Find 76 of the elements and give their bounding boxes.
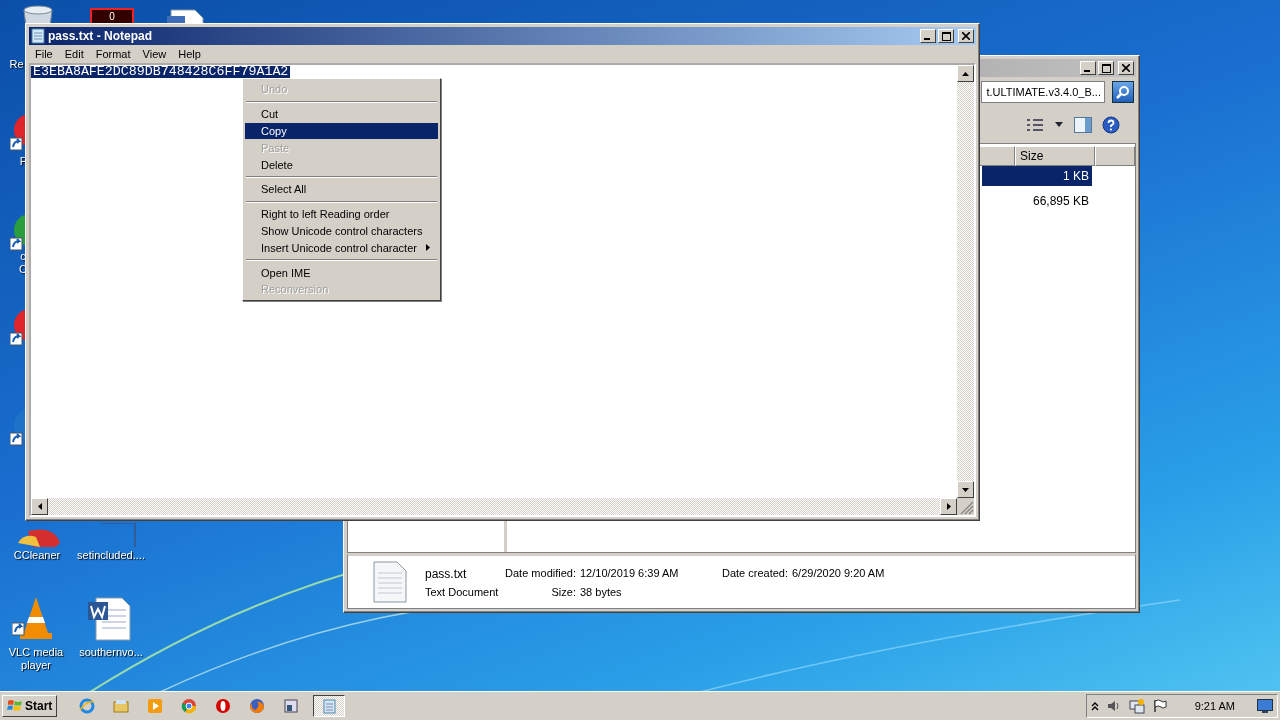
arrow-down-icon[interactable] xyxy=(962,487,969,492)
icon-label[interactable]: southernvo... xyxy=(70,646,152,659)
text-file-icon xyxy=(373,561,407,603)
firefox-icon xyxy=(249,698,266,714)
preview-pane-icon[interactable] xyxy=(1074,117,1092,133)
address-bar[interactable]: t.ULTIMATE.v3.4.0_B... xyxy=(981,81,1105,103)
menu-item[interactable]: Show Unicode control characters xyxy=(245,222,438,240)
menu-item[interactable]: Format xyxy=(89,48,137,60)
vertical-scrollbar[interactable] xyxy=(957,65,974,498)
menu-item[interactable]: File xyxy=(29,48,59,60)
file-name: pass.txt xyxy=(425,566,468,581)
show-desktop-icon[interactable] xyxy=(1257,699,1273,713)
detail-value: 6/29/2020 9:20 AM xyxy=(792,566,885,581)
arrow-up-icon[interactable] xyxy=(962,71,969,76)
close-button[interactable] xyxy=(958,29,974,43)
icon-label[interactable]: VLC media player xyxy=(2,646,70,672)
maximize-button[interactable] xyxy=(938,29,954,43)
windows-logo-icon xyxy=(7,699,23,713)
app-icon xyxy=(283,698,300,714)
menu-item[interactable]: Copy xyxy=(245,122,438,140)
folder-icon xyxy=(113,698,130,714)
column-header[interactable] xyxy=(979,146,1015,166)
maximize-icon xyxy=(941,31,951,41)
opera-icon xyxy=(215,698,232,714)
close-icon xyxy=(962,32,970,40)
menu-item[interactable]: Help xyxy=(172,48,207,60)
detail-value: 12/10/2019 6:39 AM xyxy=(580,566,680,581)
horizontal-scrollbar[interactable] xyxy=(31,498,957,515)
dropdown-caret-icon[interactable] xyxy=(1054,122,1064,128)
clock[interactable]: 9:21 AM xyxy=(1194,700,1235,712)
notepad-icon xyxy=(31,28,45,44)
taskbar-button[interactable] xyxy=(313,695,346,717)
menu-item[interactable]: Open IME xyxy=(245,264,438,281)
chevron-up-icon[interactable] xyxy=(1090,701,1099,711)
media-player-icon xyxy=(147,698,164,714)
flag-icon[interactable] xyxy=(1152,699,1167,713)
detail-label: Date modified: xyxy=(505,566,576,581)
document-icon[interactable] xyxy=(165,8,205,23)
help-icon[interactable] xyxy=(1102,116,1120,134)
detail-label: Date created: xyxy=(720,566,788,581)
notepad-icon xyxy=(321,698,338,714)
text-content[interactable]: E3EBA8AFE2DC89DB748428C6FF79A1A2 xyxy=(31,66,291,78)
column-header[interactable]: Size xyxy=(1015,146,1095,166)
file-type: Text Document xyxy=(425,585,500,598)
menu-item[interactable]: Cut xyxy=(245,105,438,123)
start-button[interactable]: Start xyxy=(2,695,58,717)
window-title: pass.txt - Notepad xyxy=(48,29,153,43)
size-grip-icon[interactable] xyxy=(957,498,974,515)
menu-item[interactable]: Edit xyxy=(58,48,90,60)
icon-label[interactable]: setincluded.... xyxy=(70,549,152,562)
menu-item[interactable]: Insert Unicode control character xyxy=(245,239,438,257)
counter-app-icon[interactable]: 0 xyxy=(90,8,134,23)
chrome-icon xyxy=(181,698,198,714)
detail-label: Size: xyxy=(550,585,576,598)
file-size-cell[interactable]: 1 KB xyxy=(982,166,1092,186)
speaker-icon[interactable] xyxy=(1106,699,1121,713)
menu-item[interactable]: Right to left Reading order xyxy=(245,205,438,223)
minimize-button[interactable] xyxy=(920,29,936,43)
menu-item[interactable]: Select All xyxy=(245,181,438,198)
network-icon[interactable] xyxy=(1128,698,1145,714)
search-icon xyxy=(1116,85,1130,99)
search-button[interactable] xyxy=(1112,81,1134,103)
ie-icon xyxy=(79,698,96,714)
close-icon xyxy=(1122,64,1130,72)
menu-item[interactable]: View xyxy=(136,48,173,60)
maximize-icon xyxy=(1101,63,1111,73)
icon-label[interactable]: CCleaner xyxy=(6,549,68,562)
word-doc-icon[interactable] xyxy=(86,596,134,642)
menu-item[interactable]: Delete xyxy=(245,156,438,173)
arrow-right-icon[interactable] xyxy=(946,503,951,510)
view-list-icon[interactable] xyxy=(1026,118,1044,132)
icon-label[interactable]: Re xyxy=(8,58,25,71)
arrow-left-icon[interactable] xyxy=(37,503,42,510)
file-size-cell[interactable]: 66,895 KB xyxy=(982,191,1092,211)
submenu-arrow-icon xyxy=(426,244,430,252)
detail-value: 38 bytes xyxy=(580,585,623,598)
